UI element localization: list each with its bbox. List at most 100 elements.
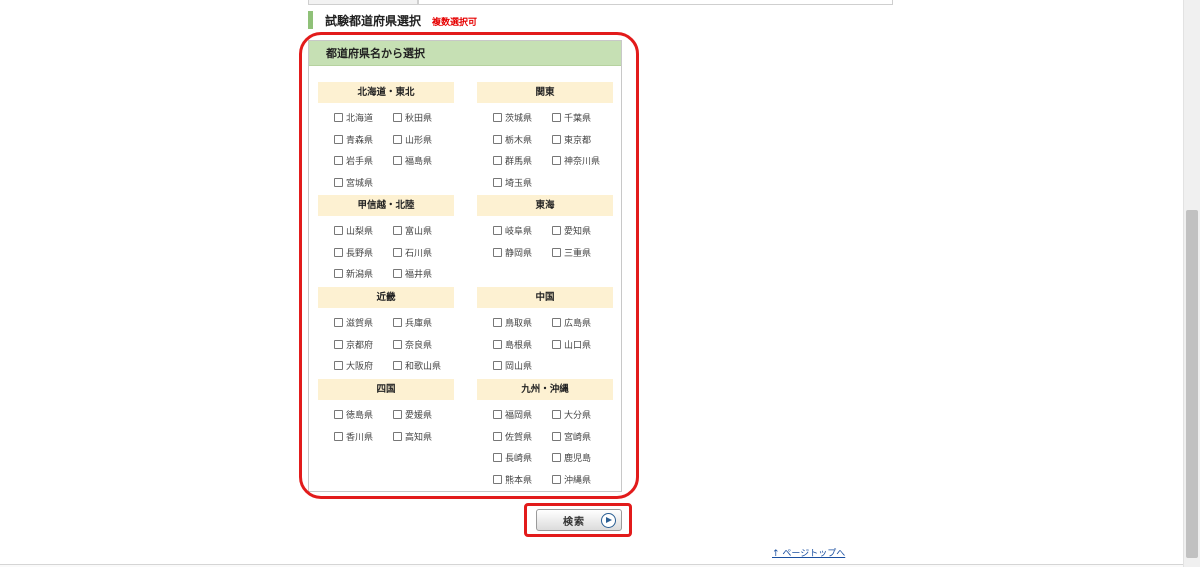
prefecture-option[interactable]: 群馬県	[493, 150, 552, 172]
prefecture-option[interactable]: 岡山県	[493, 355, 552, 377]
prefecture-option[interactable]: 石川県	[393, 242, 470, 264]
prefecture-checkbox[interactable]	[493, 113, 502, 123]
prefecture-checkbox[interactable]	[393, 226, 402, 236]
prefecture-checkbox[interactable]	[393, 318, 402, 328]
prefecture-checkbox[interactable]	[493, 474, 502, 484]
prefecture-checkbox[interactable]	[393, 361, 402, 371]
prefecture-checkbox[interactable]	[493, 177, 502, 187]
prefecture-option[interactable]: 宮崎県	[552, 426, 629, 448]
prefecture-option[interactable]: 岩手県	[334, 150, 393, 172]
prefecture-checkbox[interactable]	[552, 156, 561, 166]
prefecture-checkbox[interactable]	[334, 339, 343, 349]
prefecture-checkbox[interactable]	[493, 226, 502, 236]
prefecture-option[interactable]: 山形県	[393, 129, 470, 151]
prefecture-checkbox[interactable]	[552, 339, 561, 349]
prefecture-option[interactable]: 香川県	[334, 426, 393, 448]
prefecture-checkbox[interactable]	[334, 269, 343, 279]
prefecture-checkbox[interactable]	[493, 431, 502, 441]
prefecture-option[interactable]: 佐賀県	[493, 426, 552, 448]
prefecture-option[interactable]: 長崎県	[493, 447, 552, 469]
prefecture-checkbox[interactable]	[334, 177, 343, 187]
prefecture-option[interactable]: 福島県	[393, 150, 470, 172]
search-button[interactable]: 検索	[536, 509, 622, 531]
prefecture-option[interactable]: 広島県	[552, 312, 629, 334]
prefecture-checkbox[interactable]	[334, 156, 343, 166]
prefecture-checkbox[interactable]	[552, 113, 561, 123]
prefecture-option[interactable]: 山口県	[552, 334, 629, 356]
prefecture-option[interactable]: 埼玉県	[493, 172, 552, 194]
prefecture-option[interactable]: 富山県	[393, 220, 470, 242]
prefecture-option[interactable]: 千葉県	[552, 107, 629, 129]
prefecture-option[interactable]: 京都府	[334, 334, 393, 356]
prefecture-checkbox[interactable]	[552, 226, 561, 236]
prefecture-option[interactable]: 愛媛県	[393, 404, 470, 426]
prefecture-option[interactable]: 滋賀県	[334, 312, 393, 334]
prefecture-option[interactable]: 東京都	[552, 129, 629, 151]
prefecture-option[interactable]: 岐阜県	[493, 220, 552, 242]
scrollbar-thumb[interactable]	[1186, 210, 1198, 558]
prefecture-checkbox[interactable]	[393, 247, 402, 257]
prefecture-checkbox[interactable]	[334, 431, 343, 441]
prefecture-checkbox[interactable]	[393, 156, 402, 166]
prefecture-label: 千葉県	[564, 114, 592, 125]
prefecture-option[interactable]: 島根県	[493, 334, 552, 356]
prefecture-checkbox[interactable]	[493, 318, 502, 328]
prefecture-checkbox[interactable]	[334, 318, 343, 328]
prefecture-option[interactable]: 熊本県	[493, 469, 552, 491]
prefecture-option[interactable]: 青森県	[334, 129, 393, 151]
prefecture-checkbox[interactable]	[334, 134, 343, 144]
prefecture-option[interactable]: 高知県	[393, 426, 470, 448]
prefecture-checkbox[interactable]	[393, 431, 402, 441]
prefecture-option[interactable]: 新潟県	[334, 263, 393, 285]
prefecture-checkbox[interactable]	[493, 156, 502, 166]
prefecture-option[interactable]: 長野県	[334, 242, 393, 264]
prefecture-option[interactable]: 宮城県	[334, 172, 393, 194]
page-top-link[interactable]: ↑ ページトップへ	[772, 546, 845, 559]
prefecture-option[interactable]: 大阪府	[334, 355, 393, 377]
prefecture-option[interactable]: 三重県	[552, 242, 629, 264]
prefecture-checkbox[interactable]	[334, 361, 343, 371]
prefecture-checkbox[interactable]	[393, 269, 402, 279]
prefecture-checkbox[interactable]	[393, 134, 402, 144]
prefecture-option[interactable]: 茨城県	[493, 107, 552, 129]
prefecture-option[interactable]: 大分県	[552, 404, 629, 426]
prefecture-option[interactable]: 徳島県	[334, 404, 393, 426]
prefecture-option[interactable]: 静岡県	[493, 242, 552, 264]
prefecture-checkbox[interactable]	[493, 134, 502, 144]
prefecture-checkbox[interactable]	[334, 113, 343, 123]
prefecture-option[interactable]: 兵庫県	[393, 312, 470, 334]
prefecture-checkbox[interactable]	[334, 226, 343, 236]
prefecture-checkbox[interactable]	[393, 113, 402, 123]
prefecture-option[interactable]: 鳥取県	[493, 312, 552, 334]
prefecture-checkbox[interactable]	[334, 410, 343, 420]
prefecture-option[interactable]: 福岡県	[493, 404, 552, 426]
vertical-scrollbar[interactable]	[1183, 0, 1200, 567]
prefecture-checkbox[interactable]	[493, 339, 502, 349]
prefecture-checkbox[interactable]	[493, 410, 502, 420]
prefecture-option[interactable]: 鹿児島	[552, 447, 629, 469]
prefecture-checkbox[interactable]	[493, 247, 502, 257]
prefecture-option[interactable]: 山梨県	[334, 220, 393, 242]
prefecture-checkbox[interactable]	[552, 453, 561, 463]
prefecture-checkbox[interactable]	[334, 247, 343, 257]
prefecture-checkbox[interactable]	[552, 134, 561, 144]
prefecture-option[interactable]: 神奈川県	[552, 150, 629, 172]
prefecture-checkbox[interactable]	[552, 474, 561, 484]
prefecture-checkbox[interactable]	[393, 339, 402, 349]
prefecture-checkbox[interactable]	[493, 361, 502, 371]
prefecture-label: 山梨県	[346, 227, 374, 238]
prefecture-option[interactable]: 北海道	[334, 107, 393, 129]
prefecture-option[interactable]: 奈良県	[393, 334, 470, 356]
prefecture-checkbox[interactable]	[393, 410, 402, 420]
prefecture-option[interactable]: 秋田県	[393, 107, 470, 129]
prefecture-option[interactable]: 福井県	[393, 263, 470, 285]
prefecture-option[interactable]: 沖縄県	[552, 469, 629, 491]
prefecture-checkbox[interactable]	[552, 410, 561, 420]
prefecture-checkbox[interactable]	[493, 453, 502, 463]
prefecture-checkbox[interactable]	[552, 318, 561, 328]
prefecture-checkbox[interactable]	[552, 431, 561, 441]
prefecture-option[interactable]: 愛知県	[552, 220, 629, 242]
prefecture-checkbox[interactable]	[552, 247, 561, 257]
prefecture-option[interactable]: 栃木県	[493, 129, 552, 151]
prefecture-option[interactable]: 和歌山県	[393, 355, 470, 377]
